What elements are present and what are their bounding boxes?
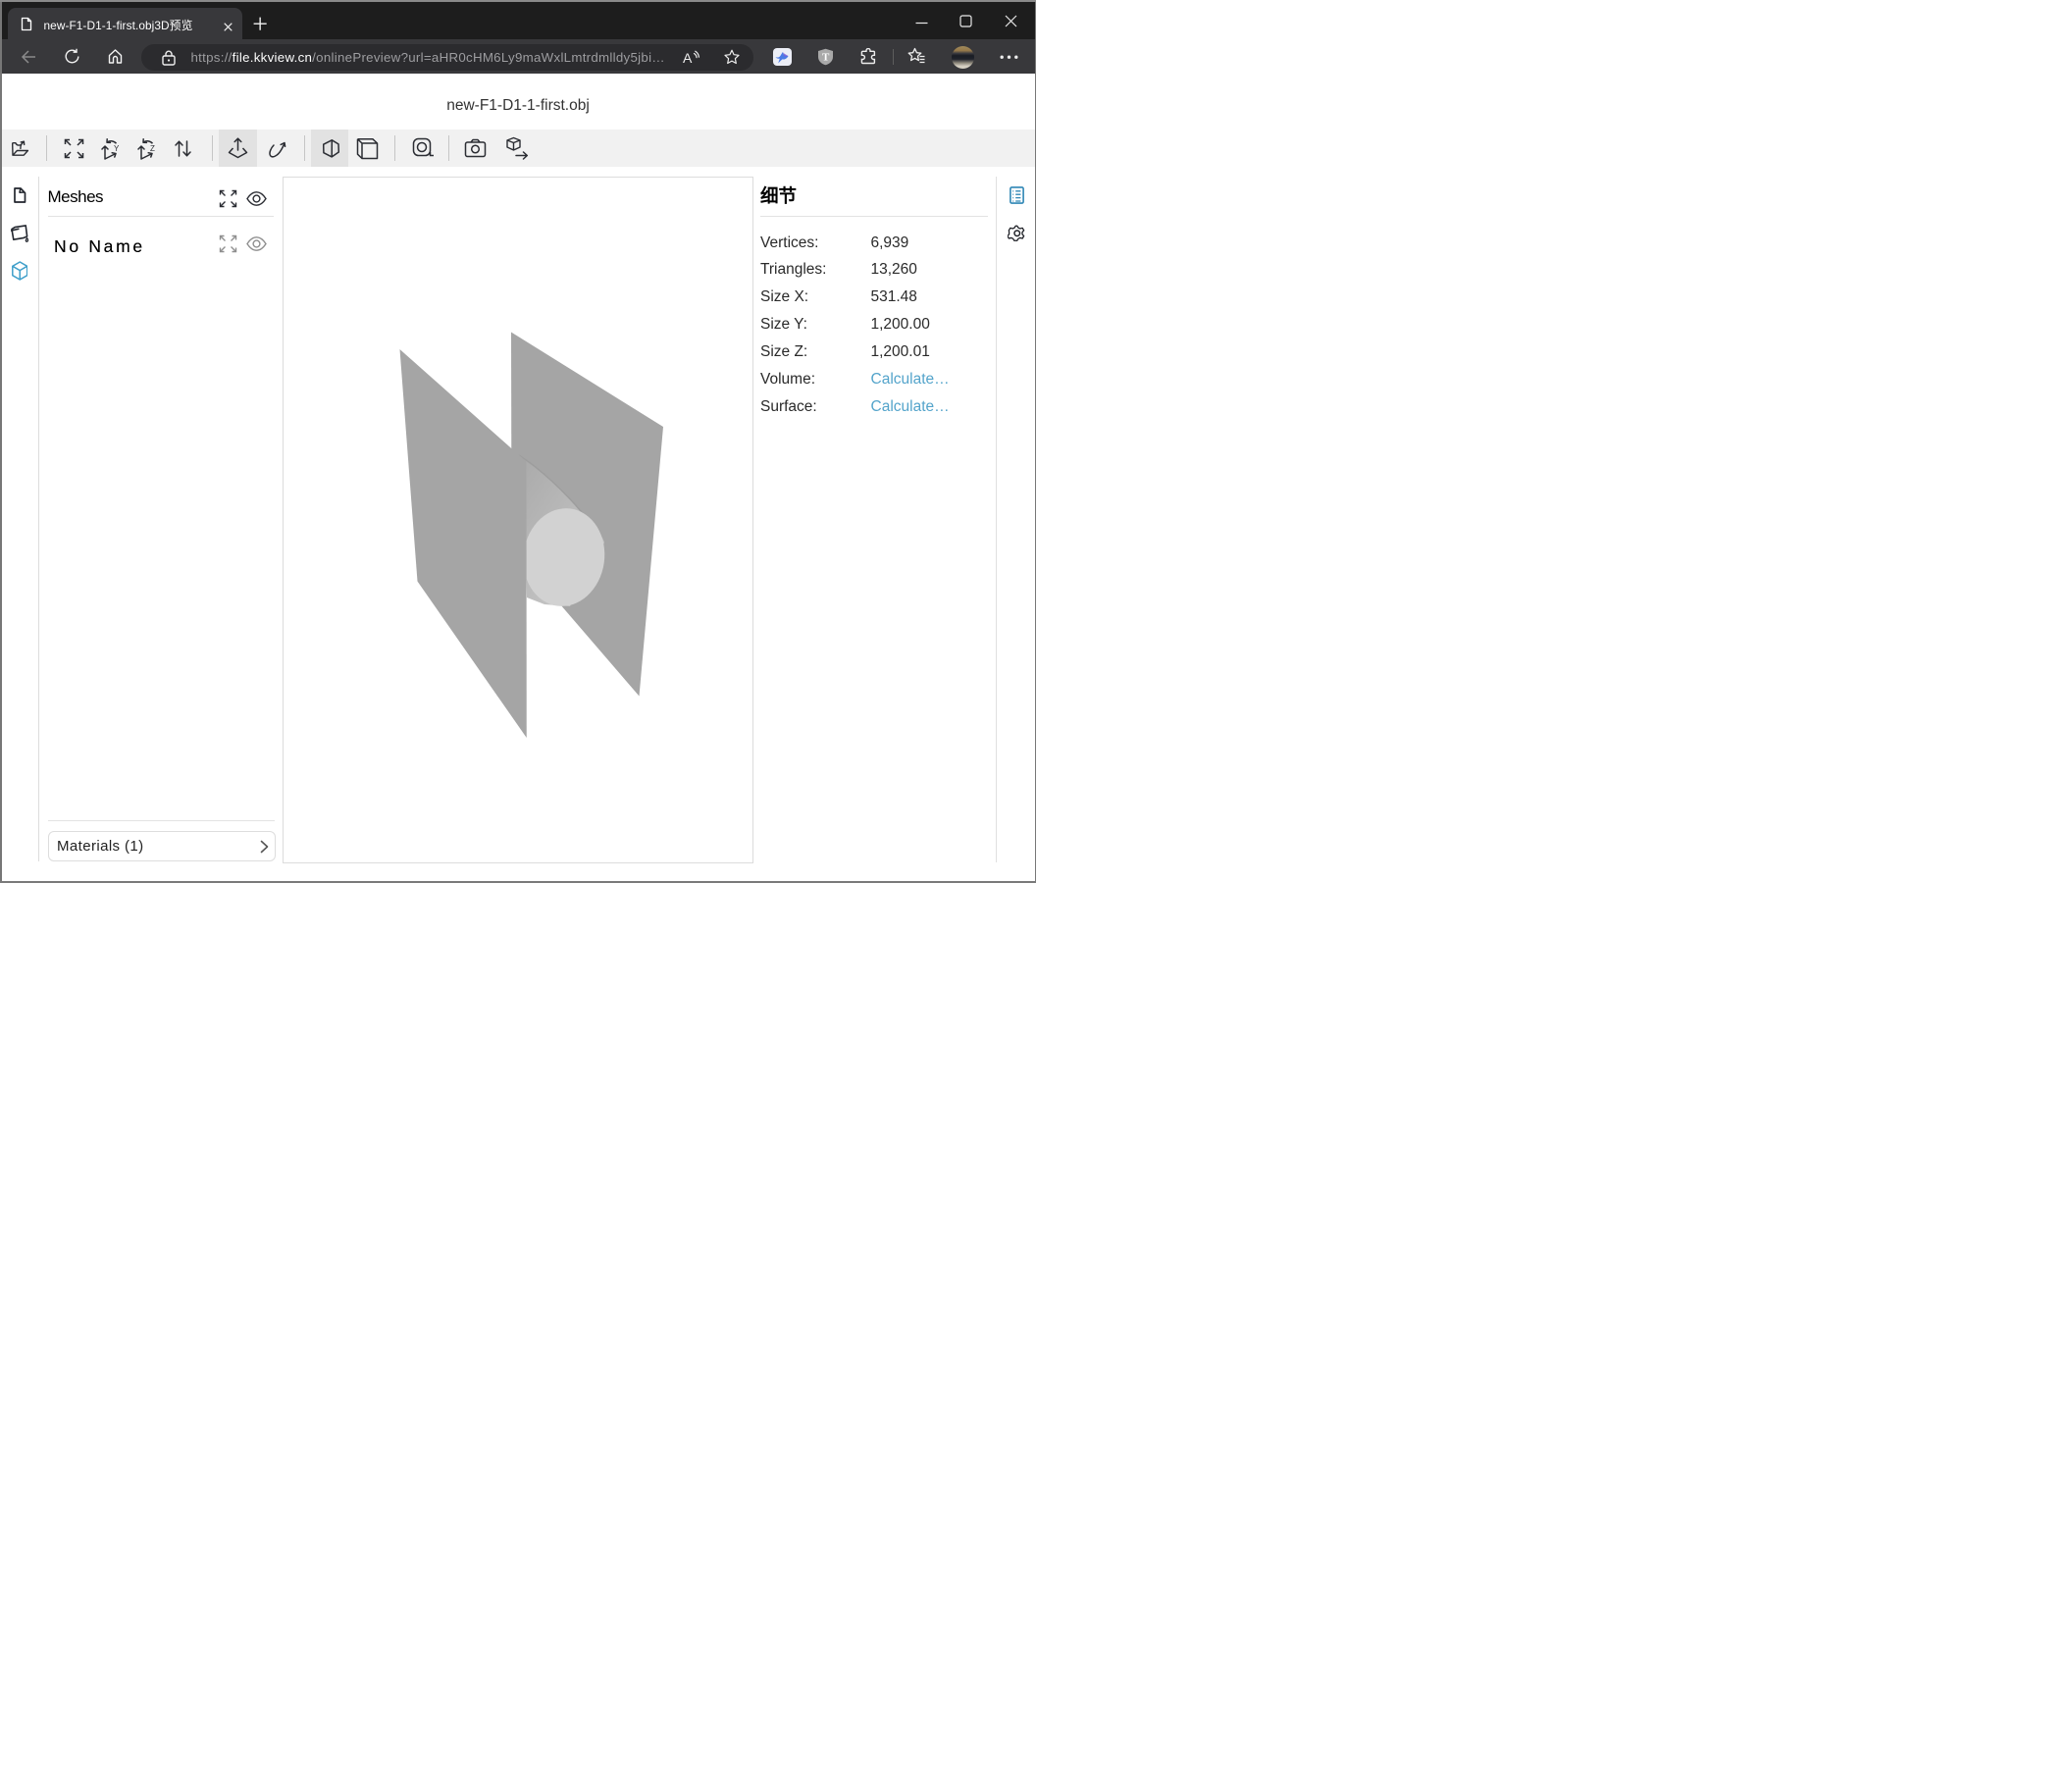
svg-text:Z: Z [150, 144, 155, 153]
svg-text:Y: Y [114, 144, 120, 153]
svg-text:A: A [683, 50, 693, 65]
svg-text:T: T [822, 51, 830, 63]
